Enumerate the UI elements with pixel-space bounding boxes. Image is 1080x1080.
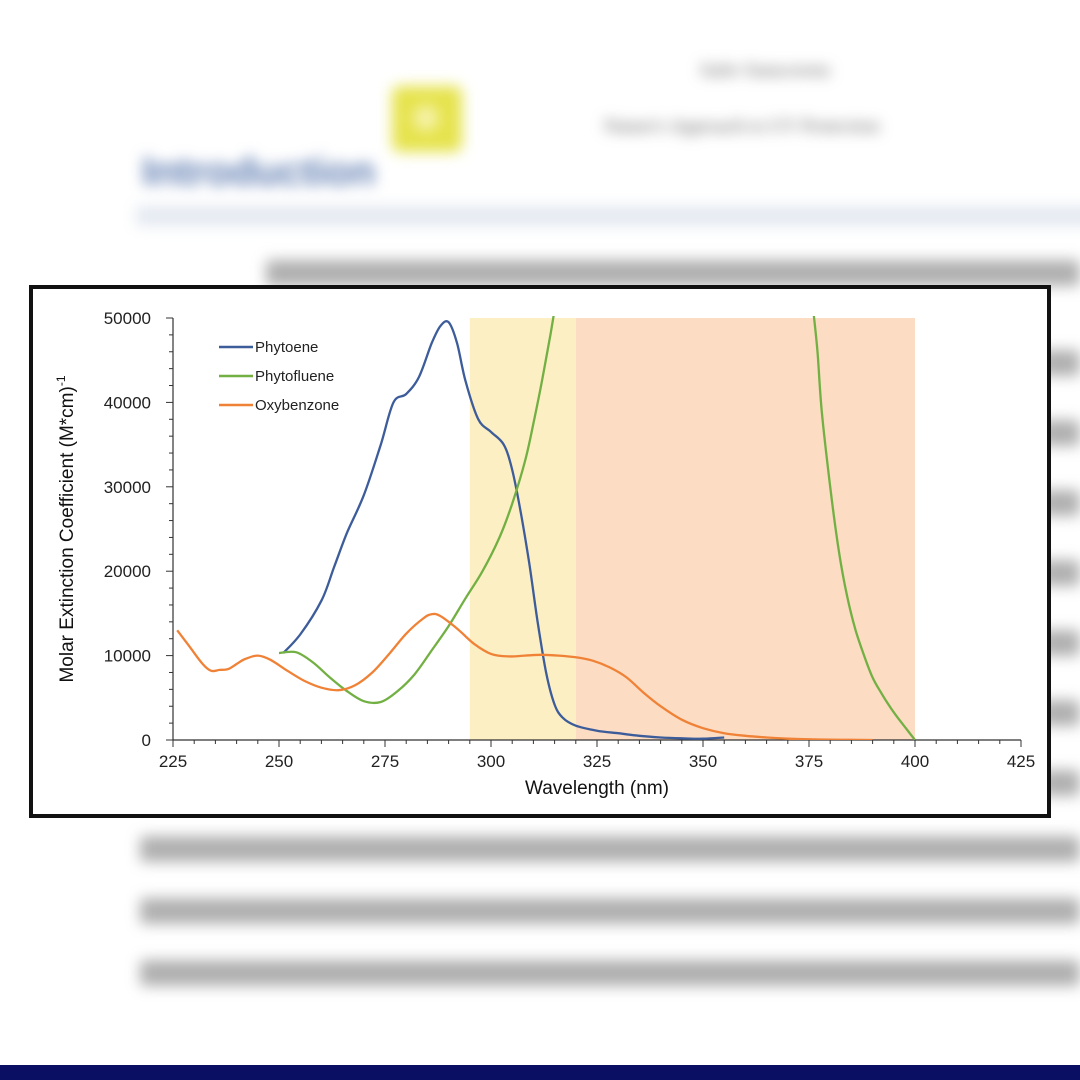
legend-label-oxybenzone: Oxybenzone (255, 397, 339, 414)
document-logo-mark (413, 105, 439, 131)
y-tick-label: 40000 (104, 393, 151, 412)
x-tick-label: 275 (371, 752, 399, 771)
document-text-line (140, 960, 1080, 986)
document-text-line (266, 260, 1080, 286)
y-axis-title-superscript: -1 (54, 375, 68, 386)
y-tick-label: 20000 (104, 562, 151, 581)
chart-legend: Phytoene Phytofluene Oxybenzone (219, 339, 339, 414)
x-tick-label: 350 (689, 752, 717, 771)
y-axis-title: Molar Extinction Coefficient (M*cm)-1 (54, 375, 78, 682)
document-header-line-2: Nature's Approach to UV Protection (604, 116, 880, 137)
legend-label-phytofluene: Phytofluene (255, 368, 334, 385)
document-heading-rule (136, 206, 1080, 226)
y-tick-label: 10000 (104, 647, 151, 666)
absorption-spectrum-chart: 225 250 275 300 325 350 375 400 425 0 10000 20000 30… (54, 309, 1035, 799)
y-tick-label: 50000 (104, 309, 151, 328)
document-section-heading: Introduction (142, 150, 376, 194)
chart-panel: 225 250 275 300 325 350 375 400 425 0 10000 20000 30… (29, 285, 1051, 818)
document-text-line (140, 836, 1080, 862)
x-tick-label: 325 (583, 752, 611, 771)
document-text-line (140, 898, 1080, 924)
document-header-line-1: Safer Sunscreens (700, 60, 831, 81)
x-tick-label: 250 (265, 752, 293, 771)
y-tick-label: 30000 (104, 478, 151, 497)
legend-label-phytoene: Phytoene (255, 339, 318, 356)
x-tick-label: 400 (901, 752, 929, 771)
x-tick-label: 225 (159, 752, 187, 771)
y-axis-title-main: Molar Extinction Coefficient (M*cm) (57, 386, 78, 682)
y-tick-label: 0 (142, 731, 151, 750)
x-tick-label: 425 (1007, 752, 1035, 771)
x-tick-label: 300 (477, 752, 505, 771)
x-axis-title: Wavelength (nm) (525, 778, 669, 799)
bottom-bar (0, 1065, 1080, 1080)
x-tick-label: 375 (795, 752, 823, 771)
shaded-bands (469, 318, 915, 740)
